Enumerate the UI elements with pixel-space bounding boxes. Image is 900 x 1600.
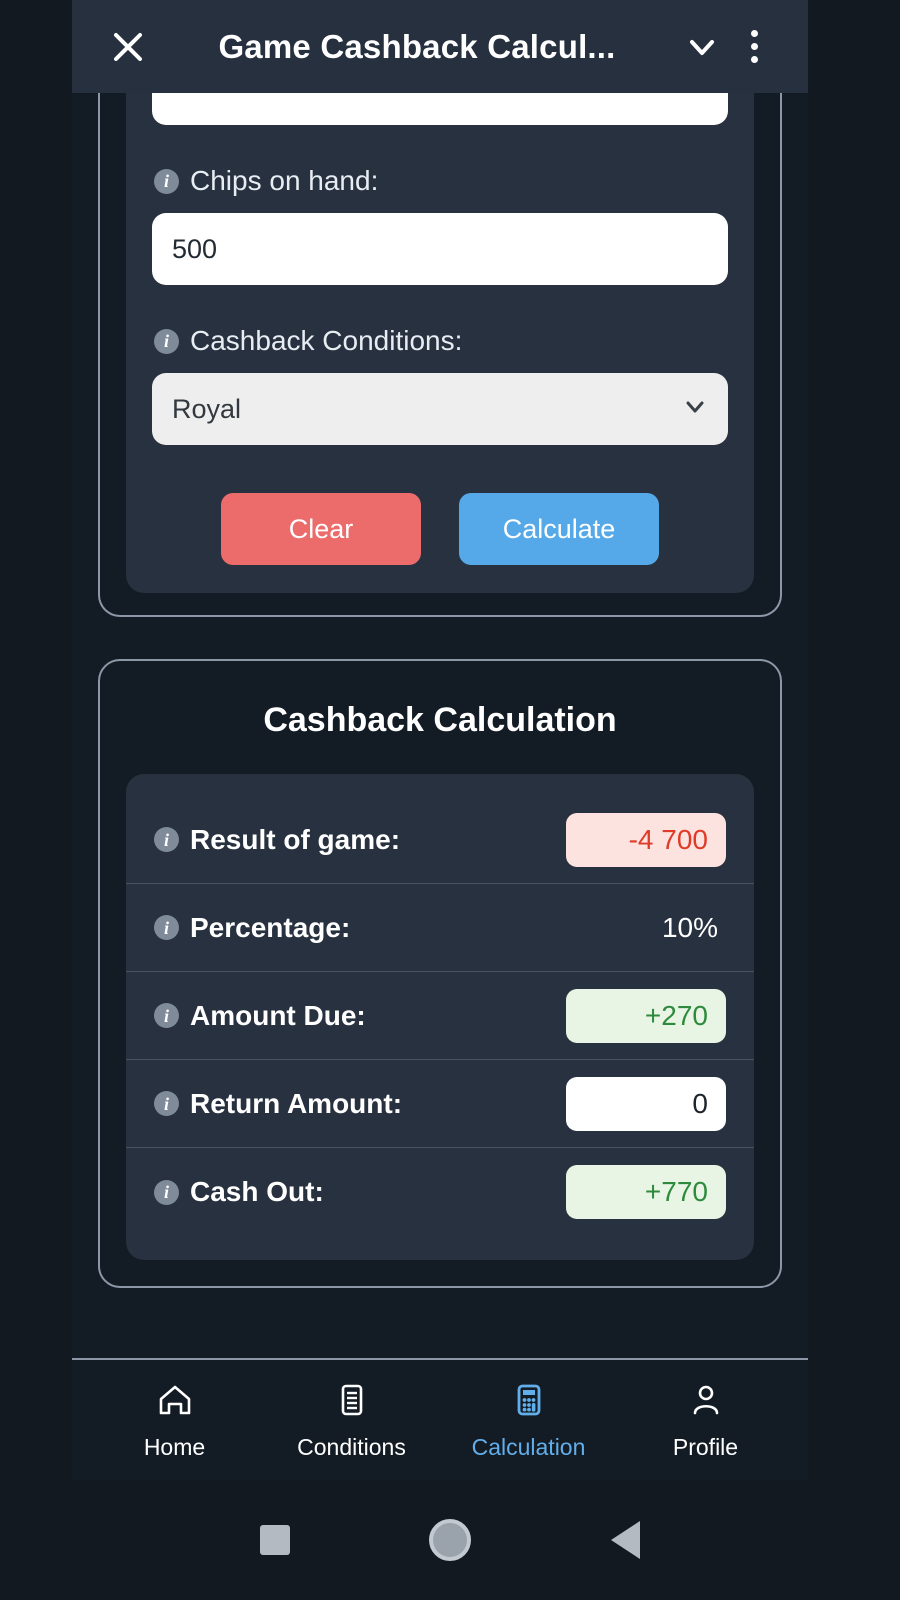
- result-value-percentage: 10%: [661, 911, 718, 943]
- nav-label: Conditions: [297, 1434, 406, 1460]
- clipped-text-input[interactable]: [152, 93, 728, 125]
- results-card: Cashback Calculation i Result of game: -…: [98, 659, 782, 1288]
- result-row-result-of-game: i Result of game: -4 700: [126, 796, 754, 884]
- label-text: Percentage:: [190, 911, 351, 943]
- return-amount-input[interactable]: 0: [566, 1076, 726, 1131]
- home-circle-icon[interactable]: [429, 1519, 472, 1561]
- home-icon: [154, 1379, 196, 1426]
- kebab-dot: [750, 43, 758, 50]
- app-window: Game Cashback Calcul... i Chips on hand:…: [72, 0, 808, 1480]
- label-text: Amount Due:: [190, 999, 366, 1031]
- chips-on-hand-input[interactable]: 500: [152, 213, 728, 285]
- calculate-button[interactable]: Calculate: [459, 493, 659, 565]
- nav-item-home[interactable]: Home: [95, 1379, 255, 1461]
- scroll-content[interactable]: i Chips on hand: 500 i Cashback Conditio…: [72, 93, 808, 1358]
- kebab-dot: [750, 56, 758, 63]
- result-label: i Cash Out:: [154, 1176, 324, 1208]
- result-row-amount-due: i Amount Due: +270: [126, 972, 754, 1060]
- nav-label: Profile: [672, 1434, 739, 1460]
- field-cashback-conditions: i Cashback Conditions: Royal: [126, 325, 754, 445]
- input-form-card: i Chips on hand: 500 i Cashback Conditio…: [98, 93, 782, 617]
- label-text: Return Amount:: [190, 1087, 403, 1119]
- info-icon[interactable]: i: [154, 1091, 179, 1116]
- result-value-amount-due: +270: [566, 988, 726, 1043]
- result-label: i Result of game:: [154, 824, 400, 856]
- result-label: i Return Amount:: [154, 1088, 402, 1120]
- back-triangle-icon[interactable]: [611, 1521, 641, 1559]
- nav-label: Calculation: [471, 1434, 586, 1460]
- nav-item-conditions[interactable]: Conditions: [272, 1379, 432, 1461]
- app-header: Game Cashback Calcul...: [72, 0, 808, 93]
- info-icon[interactable]: i: [154, 168, 179, 194]
- result-row-cash-out: i Cash Out: +770: [126, 1148, 754, 1236]
- nav-item-calculation[interactable]: Calculation: [449, 1379, 609, 1461]
- document-list-icon: [331, 1379, 373, 1426]
- chevron-down-icon[interactable]: [676, 21, 728, 73]
- result-value-result-of-game: -4 700: [566, 812, 726, 867]
- field-label-cashback-conditions: i Cashback Conditions:: [154, 325, 728, 357]
- label-text: Cashback Conditions:: [190, 325, 463, 356]
- app-title: Game Cashback Calcul...: [218, 27, 616, 65]
- field-chips-on-hand: i Chips on hand: 500: [126, 165, 754, 285]
- system-navigation-bar: [0, 1480, 900, 1600]
- label-text: Result of game:: [190, 823, 401, 855]
- nav-item-profile[interactable]: Profile: [626, 1379, 786, 1461]
- person-icon: [685, 1379, 727, 1426]
- input-form-panel: i Chips on hand: 500 i Cashback Conditio…: [126, 93, 754, 593]
- cashback-conditions-select[interactable]: Royal: [152, 373, 728, 445]
- calculator-icon: [508, 1379, 550, 1426]
- info-icon[interactable]: i: [154, 328, 179, 354]
- info-icon[interactable]: i: [154, 1179, 179, 1205]
- results-panel: i Result of game: -4 700 i Percentage: 1…: [126, 774, 754, 1260]
- clear-button[interactable]: Clear: [221, 493, 421, 565]
- info-icon[interactable]: i: [154, 827, 179, 852]
- result-label: i Amount Due:: [154, 1000, 366, 1032]
- info-icon[interactable]: i: [154, 915, 179, 940]
- close-icon[interactable]: [102, 21, 154, 73]
- result-row-percentage: i Percentage: 10%: [126, 884, 754, 972]
- form-actions: Clear Calculate: [126, 493, 754, 565]
- label-text: Cash Out:: [190, 1176, 324, 1207]
- select-value: Royal: [172, 393, 242, 424]
- info-icon[interactable]: i: [154, 1003, 179, 1028]
- bottom-navigation: Home Conditions Calculation Profile: [72, 1358, 808, 1480]
- results-title: Cashback Calculation: [263, 701, 617, 739]
- nav-label: Home: [143, 1434, 206, 1460]
- chevron-down-icon: [682, 393, 708, 426]
- kebab-dot: [750, 30, 758, 37]
- result-label: i Percentage:: [154, 912, 350, 944]
- clipped-field-block: [126, 93, 754, 125]
- recents-square-icon[interactable]: [259, 1525, 290, 1555]
- label-text: Chips on hand:: [190, 165, 379, 196]
- result-value-cash-out: +770: [566, 1165, 726, 1219]
- field-label-chips-on-hand: i Chips on hand:: [154, 165, 728, 197]
- kebab-menu-icon[interactable]: [728, 21, 780, 73]
- result-row-return-amount: i Return Amount: 0: [126, 1060, 754, 1148]
